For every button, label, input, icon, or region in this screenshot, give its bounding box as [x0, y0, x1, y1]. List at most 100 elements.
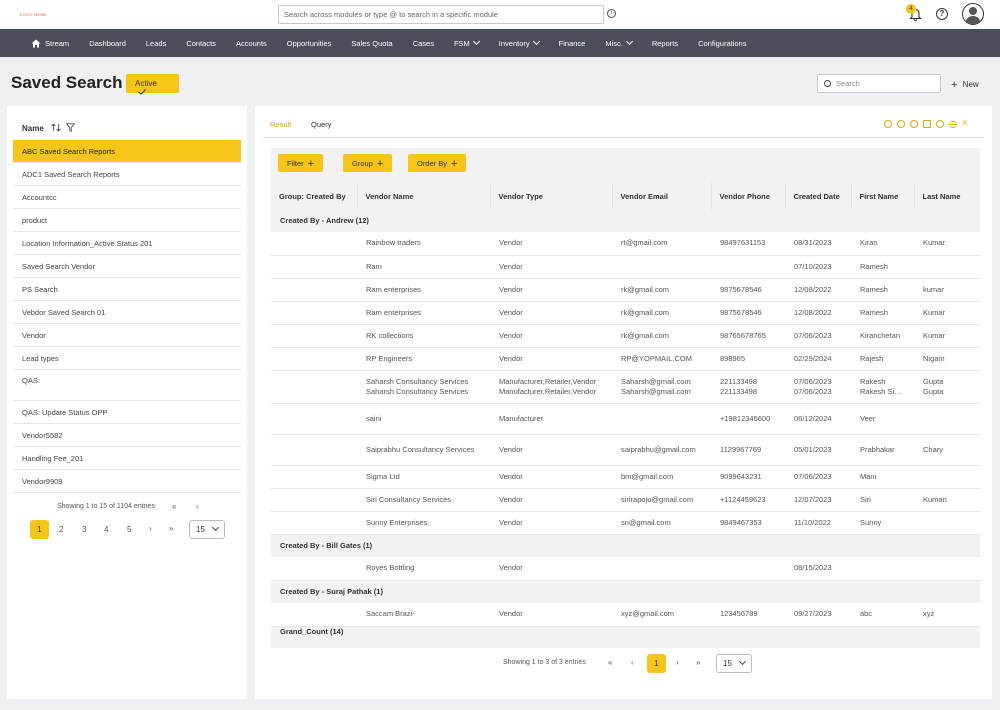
menu-icon[interactable]: [949, 121, 957, 128]
nav-item-contacts[interactable]: Contacts: [186, 39, 216, 48]
column-header[interactable]: Created Date: [785, 183, 852, 209]
group-row[interactable]: Created By - Andrew (12): [271, 209, 980, 232]
list-item[interactable]: Vendor: [13, 324, 241, 347]
nav-item-sales-quota[interactable]: Sales Quota: [351, 39, 392, 48]
tab-result[interactable]: Result: [270, 120, 291, 129]
page-3-button[interactable]: 3: [82, 525, 86, 534]
table-row[interactable]: Ram Vendor 07/10/2023 Ramesh: [271, 255, 980, 279]
table-cell: Vendor: [490, 301, 612, 325]
table-cell: [914, 511, 980, 535]
nav-item-finance[interactable]: Finance: [559, 39, 586, 48]
nav-item-leads[interactable]: Leads: [146, 39, 166, 48]
table-row[interactable]: saini Manufacturer +19812345600 06/12/2024 V…: [271, 403, 980, 435]
prev-page-button[interactable]: ‹: [631, 658, 634, 667]
list-item[interactable]: QAS: Update Status OPP: [13, 401, 241, 424]
column-header[interactable]: Group: Created By: [271, 183, 358, 209]
page-size-select[interactable]: 15: [189, 520, 225, 539]
page-2-button[interactable]: 2: [59, 525, 63, 534]
page-size-select[interactable]: 15: [716, 654, 752, 673]
table-row[interactable]: Sunny Enterprises Vendor sn@gmail.com 98494…: [271, 511, 980, 535]
group-button[interactable]: Group +: [343, 154, 393, 172]
filter-icon[interactable]: [65, 123, 76, 133]
table-row[interactable]: Saccam Brazi- Vendor xyz@gmail.com 12345678…: [271, 603, 980, 627]
first-page-button[interactable]: «: [608, 658, 612, 667]
user-avatar[interactable]: [962, 3, 984, 25]
filter-button[interactable]: Filter +: [278, 154, 324, 172]
list-item[interactable]: Handling Fee_201: [13, 447, 241, 470]
tab-query[interactable]: Query: [311, 120, 331, 129]
prev-page-button[interactable]: ‹: [196, 502, 199, 511]
nav-item-opportunities[interactable]: Opportunities: [287, 39, 332, 48]
list-item[interactable]: ADC1 Saved Search Reports: [13, 163, 241, 186]
page-search-input[interactable]: Search: [817, 74, 941, 93]
column-header[interactable]: Vendor Phone: [711, 183, 786, 209]
table-row[interactable]: Sigma Ltd Vendor bm@gmail.com 9099643231 07/…: [271, 465, 980, 489]
table-row[interactable]: RP Engineers Vendor RP@YOPMAIL.COM 898965 02…: [271, 347, 980, 371]
export-icon[interactable]: [923, 120, 931, 128]
list-item[interactable]: ABC Saved Search Reports: [13, 140, 241, 163]
list-item[interactable]: QAS:: [13, 370, 241, 401]
nav-item-configurations[interactable]: Configurations: [698, 39, 746, 48]
table-row[interactable]: Saiprabhu Consultancy Services Vendor saip…: [271, 434, 980, 466]
column-header[interactable]: Last Name: [914, 183, 980, 209]
nav-item-cases[interactable]: Cases: [413, 39, 434, 48]
nav-item-accounts[interactable]: Accounts: [236, 39, 267, 48]
column-header[interactable]: Vendor Type: [490, 183, 613, 209]
nav-item-inventory[interactable]: Inventory: [499, 37, 540, 48]
global-search-input[interactable]: Search across modules or type @ to searc…: [278, 5, 604, 24]
page-4-button[interactable]: 4: [104, 525, 108, 534]
column-header[interactable]: Vendor Name: [357, 183, 491, 209]
nav-item-reports[interactable]: Reports: [652, 39, 678, 48]
nav-item-fsm[interactable]: FSM: [454, 37, 480, 48]
page-5-button[interactable]: 5: [127, 525, 131, 534]
table-row[interactable]: Rainbow traders Vendor rt@gmail.com 9849763…: [271, 232, 980, 256]
column-header[interactable]: Vendor Email: [612, 183, 712, 209]
table-row[interactable]: Ram enterprises Vendor rk@gmail.com 9875678…: [271, 278, 980, 302]
settings-icon[interactable]: [936, 120, 944, 128]
table-row[interactable]: Saharsh Consultancy Services Saharsh Cons…: [271, 370, 980, 404]
table-cell: rk@gmail.com: [612, 324, 711, 348]
list-item[interactable]: product: [13, 209, 241, 232]
list-item[interactable]: Location Information_Active Status 201: [13, 232, 241, 255]
page-1-button[interactable]: 1: [647, 654, 666, 673]
table-row[interactable]: RK collections Vendor rk@gmail.com 98765678…: [271, 324, 980, 348]
next-page-button[interactable]: ›: [149, 524, 152, 533]
search-icon[interactable]: [910, 120, 918, 128]
list-item[interactable]: Vebdor Saved Search 01: [13, 301, 241, 324]
list-item[interactable]: PS Search: [13, 278, 241, 301]
close-icon[interactable]: ×: [962, 119, 970, 129]
next-page-button[interactable]: ›: [676, 658, 679, 667]
sort-icon[interactable]: [51, 123, 61, 132]
info-icon[interactable]: i: [607, 9, 616, 18]
add-icon[interactable]: [884, 120, 892, 128]
app-logo[interactable]: LOGO HERE: [20, 12, 46, 17]
order-by-button[interactable]: Order By +: [408, 154, 467, 172]
table-cell: Kiran: [851, 232, 914, 256]
help-icon[interactable]: ?: [936, 8, 948, 20]
nav-item-dashboard[interactable]: Dashboard: [89, 39, 126, 48]
nav-item-stream[interactable]: Stream: [31, 39, 69, 48]
list-item[interactable]: Saved Search Vendor: [13, 255, 241, 278]
check-icon: [138, 89, 146, 95]
group-row[interactable]: Created By - Suraj Pathak (1): [271, 580, 980, 603]
last-page-button[interactable]: »: [696, 658, 700, 667]
list-item[interactable]: Vendor9909: [13, 470, 241, 493]
new-button[interactable]: + New: [951, 78, 979, 91]
group-row[interactable]: Created By - Bill Gates (1): [271, 534, 980, 557]
last-page-button[interactable]: »: [169, 524, 173, 533]
cell-line: 221133498: [720, 386, 757, 396]
list-item[interactable]: Vendor5582: [13, 424, 241, 447]
table-row[interactable]: Royes Bottling Vendor 08/15/2023: [271, 557, 980, 581]
list-item[interactable]: Accountcc: [13, 186, 241, 209]
list-item[interactable]: Lead types: [13, 347, 241, 370]
table-cell: RP@YOPMAIL.COM: [612, 347, 711, 371]
name-column-header[interactable]: Name: [22, 124, 44, 133]
first-page-button[interactable]: «: [172, 502, 176, 511]
table-row[interactable]: Siri Consultancy Services Vendor sirirapoj…: [271, 488, 980, 512]
column-header[interactable]: First Name: [851, 183, 915, 209]
nav-item-misc[interactable]: Misc.: [605, 37, 633, 48]
page-1-button[interactable]: 1: [30, 520, 49, 539]
table-row[interactable]: Ram enterprises Vendor rk@gmail.com 9875678…: [271, 301, 980, 325]
status-filter-dropdown[interactable]: Active: [126, 74, 179, 95]
refresh-icon[interactable]: [897, 120, 905, 128]
